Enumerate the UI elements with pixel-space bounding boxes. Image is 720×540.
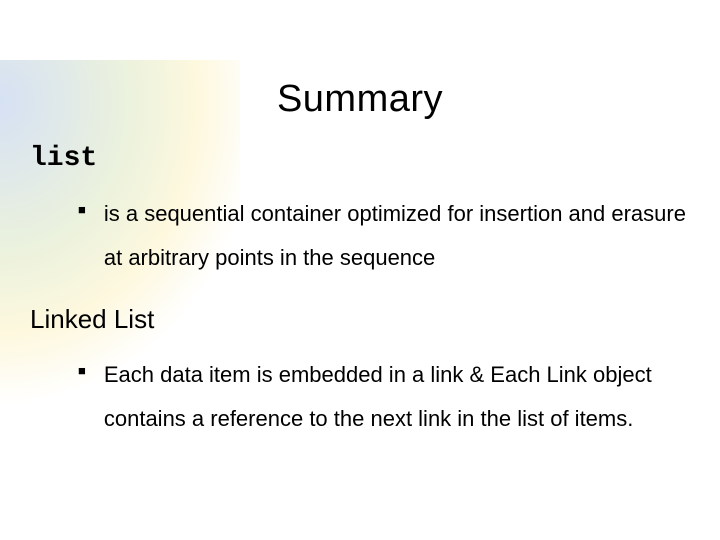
bullet-icon: ■ bbox=[78, 353, 86, 389]
bullet-text: is a sequential container optimized for … bbox=[104, 192, 690, 280]
section-heading: Linked List bbox=[30, 304, 690, 335]
slide-title: Summary bbox=[0, 78, 720, 121]
bullet-text: Each data item is embedded in a link & E… bbox=[104, 353, 690, 441]
bullet-icon: ■ bbox=[78, 192, 86, 228]
slide-content: list ■ is a sequential container optimiz… bbox=[30, 135, 690, 465]
list-item: ■ Each data item is embedded in a link &… bbox=[78, 353, 690, 441]
list-item: ■ is a sequential container optimized fo… bbox=[78, 192, 690, 280]
section-heading: list bbox=[30, 143, 690, 174]
